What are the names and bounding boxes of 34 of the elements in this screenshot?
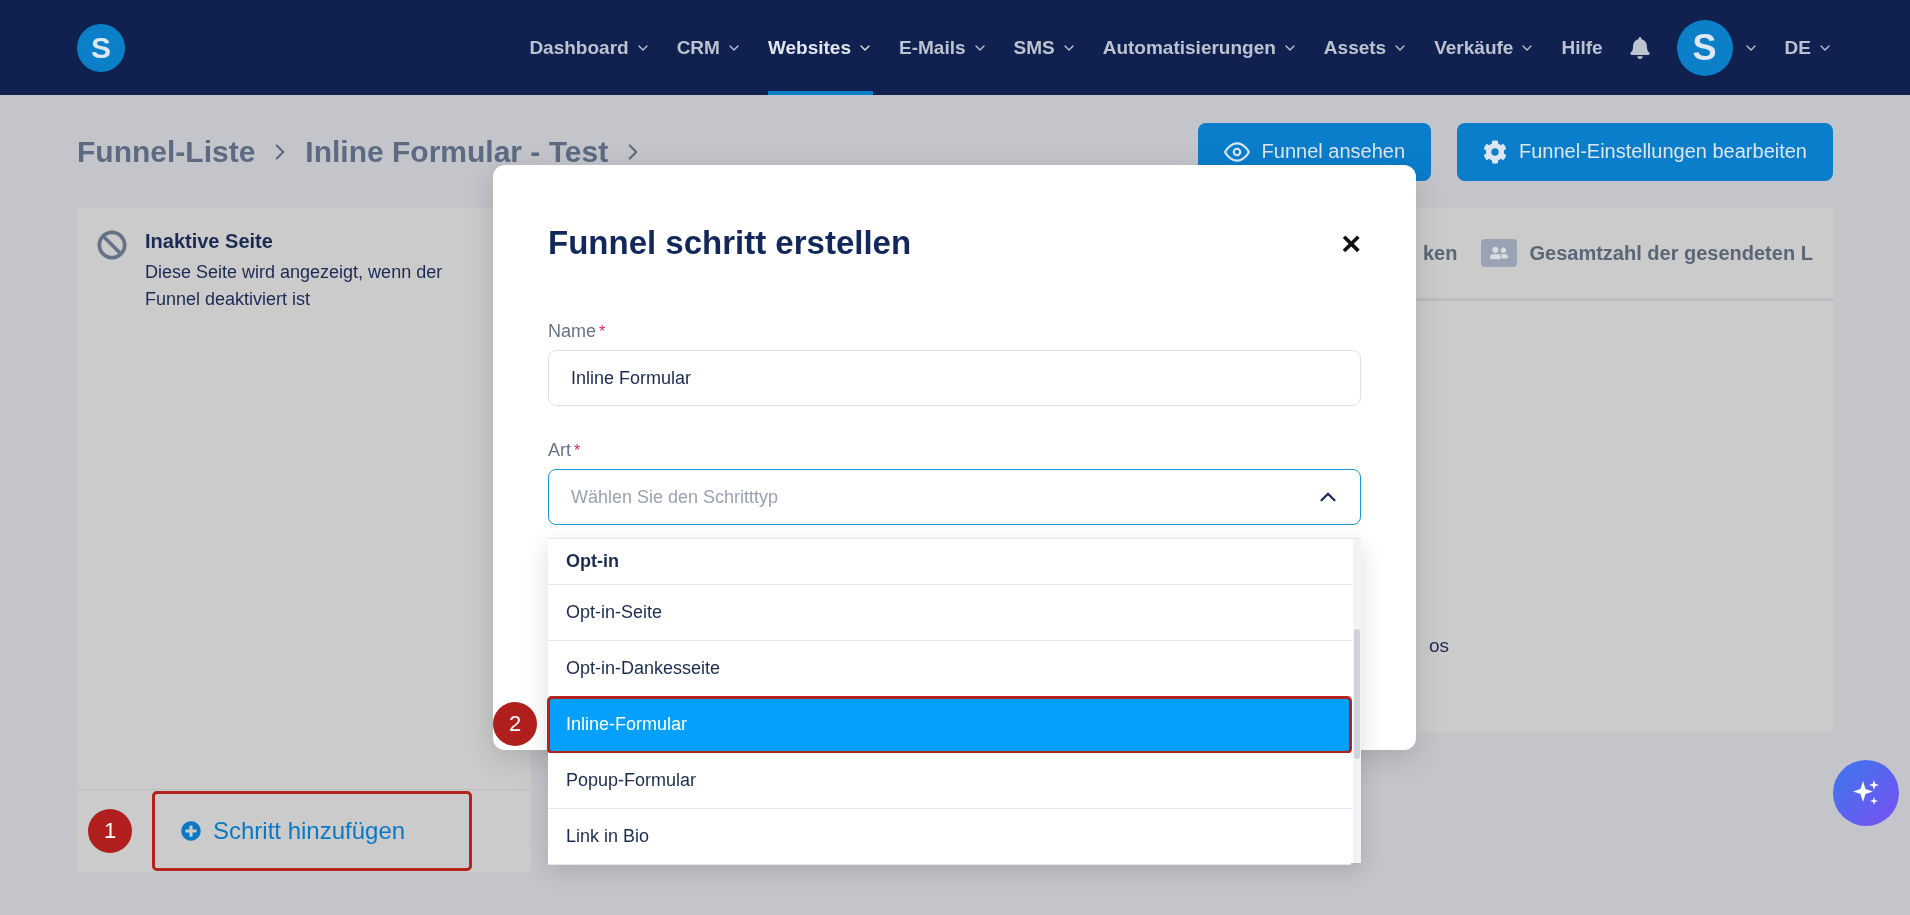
inactive-page-title: Inaktive Seite <box>145 230 274 253</box>
nav-item[interactable]: Websites <box>767 0 873 95</box>
dropdown-option[interactable]: Opt-in-Dankesseite <box>548 641 1351 697</box>
field-label: Art * <box>548 440 582 461</box>
gear-icon <box>1483 139 1507 164</box>
plus-icon <box>181 821 201 841</box>
scrollbar[interactable] <box>1353 539 1361 863</box>
dropdown-option[interactable]: Opt-in-Seite <box>548 585 1351 641</box>
nav-item[interactable]: E-Mails <box>899 0 988 95</box>
name-field[interactable]: Inline Formular <box>548 350 1361 406</box>
nav-item[interactable]: Hilfe <box>1561 0 1603 95</box>
bell-icon[interactable] <box>1628 36 1651 59</box>
inactive-page-description: Diese Seite wird angezeigt, wenn der Funnel deaktiviert ist <box>145 261 444 311</box>
field-label: Name * <box>548 321 607 342</box>
nav-item[interactable]: CRM <box>676 0 742 95</box>
stats-tab[interactable]: ken <box>1423 241 1458 265</box>
nav-item[interactable]: Dashboard <box>529 0 651 95</box>
option-group-header: Opt-in <box>548 539 1351 585</box>
nav-item[interactable]: Automatisierungen <box>1102 0 1298 95</box>
disabled-icon <box>97 230 127 260</box>
people-icon <box>1481 239 1518 267</box>
callout-number: 1 <box>88 809 132 853</box>
row-text: os <box>1429 635 1451 657</box>
dialog-title: Funnel schritt erstellen <box>548 224 912 262</box>
stats-tab[interactable]: Gesamtzahl der gesendeten L <box>1481 239 1813 267</box>
nav-item[interactable]: Verkäufe <box>1434 0 1536 95</box>
step-type-select[interactable]: Wählen Sie den Schritttyp <box>548 469 1361 525</box>
nav-item[interactable]: Assets <box>1323 0 1409 95</box>
dropdown-option[interactable]: Link in Bio <box>548 809 1351 865</box>
dropdown-option[interactable]: Popup-Formular <box>548 753 1351 809</box>
callout-number: 2 <box>493 702 537 746</box>
close-button[interactable]: × <box>1341 226 1361 260</box>
language-selector[interactable]: DE <box>1784 0 1833 95</box>
nav-item[interactable]: SMS <box>1013 0 1077 95</box>
